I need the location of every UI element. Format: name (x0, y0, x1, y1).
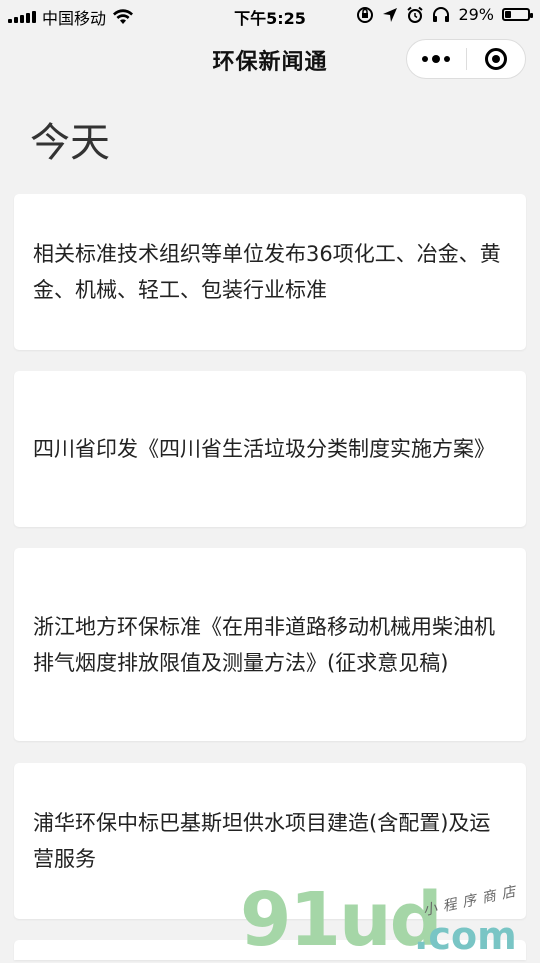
target-close-icon (484, 48, 507, 70)
nav-bar: 环保新闻通 (0, 30, 540, 88)
news-title: 浦华环保中标巴基斯坦供水项目建造(含配置)及运营服务 (33, 811, 491, 871)
battery-fill (505, 11, 511, 18)
news-title: 相关标准技术组织等单位发布36项化工、冶金、黄金、机械、轻工、包装行业标准 (33, 242, 501, 302)
status-right: 29% (356, 5, 533, 24)
close-button[interactable] (467, 40, 526, 78)
watermark-com: .com (414, 914, 517, 958)
watermark-logo: 91ud .com 小程序商店 (240, 880, 540, 960)
alarm-icon (407, 6, 424, 23)
headphones-icon (433, 6, 450, 22)
more-dots-icon (422, 55, 451, 63)
location-icon (383, 7, 398, 22)
watermark-main: 91ud (240, 877, 443, 963)
news-card[interactable]: 四川省印发《四川省生活垃圾分类制度实施方案》 (14, 371, 526, 527)
news-card[interactable]: 相关标准技术组织等单位发布36项化工、冶金、黄金、机械、轻工、包装行业标准 (14, 194, 526, 350)
news-title: 浙江地方环保标准《在用非道路移动机械用柴油机排气烟度排放限值及测量方法》(征求意… (33, 614, 495, 675)
section-title: 今天 (30, 120, 110, 166)
battery-percent: 29% (458, 5, 494, 24)
orientation-lock-icon (357, 6, 374, 23)
battery-icon (502, 8, 533, 21)
news-card[interactable]: 浙江地方环保标准《在用非道路移动机械用柴油机排气烟度排放限值及测量方法》(征求意… (14, 548, 526, 741)
status-bar: 中国移动 下午5:25 29% (0, 0, 540, 30)
miniprogram-capsule (406, 39, 526, 79)
more-button[interactable] (407, 40, 466, 78)
news-title: 四川省印发《四川省生活垃圾分类制度实施方案》 (33, 437, 495, 461)
